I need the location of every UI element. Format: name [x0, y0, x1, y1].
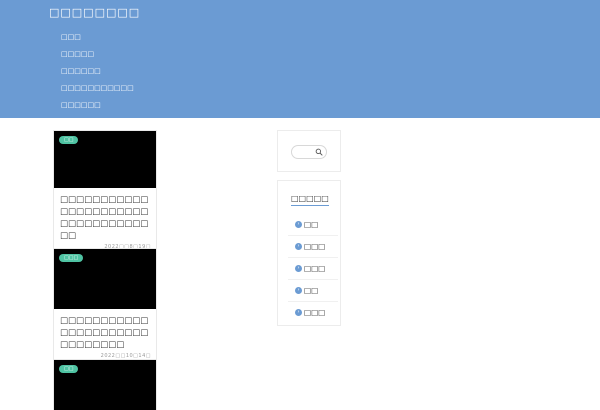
widget-title: □□□□□ [291, 194, 329, 206]
category-label: □□□ [304, 264, 326, 273]
chevron-right-icon: › [295, 243, 302, 250]
post-thumbnail[interactable]: □□ [54, 131, 156, 188]
category-label: □□□ [304, 242, 326, 251]
chevron-right-icon: › [295, 265, 302, 272]
category-item[interactable]: › □□□ [288, 258, 338, 280]
nav-item-2[interactable]: □□□□□ [61, 50, 134, 67]
post-title[interactable]: □□□□□□□□□□□□□□□□□□□□□□□□□□□□□□□□□□□ [54, 188, 156, 242]
category-badge[interactable]: □□□ [59, 254, 84, 262]
site-title[interactable]: □□□□□□□□ [49, 6, 140, 19]
post-card[interactable]: □□ □□□□□□□□□□□□□□□□□□□□□□□□□□□□□□□□□□□ 2… [54, 131, 156, 253]
main-nav: □□□ □□□□□ □□□□□□ □□□□□□□□□□□ □□□□□□ [61, 33, 134, 118]
chevron-right-icon: › [295, 309, 302, 316]
post-thumbnail[interactable]: □□ [54, 360, 156, 410]
chevron-right-icon: › [295, 221, 302, 228]
category-label: □□□ [304, 308, 326, 317]
post-title[interactable]: □□□□□□□□□□□□□□□□□□□□□□□□□□□□□□ [54, 309, 156, 351]
nav-item-5[interactable]: □□□□□□ [61, 101, 134, 118]
chevron-right-icon: › [295, 287, 302, 294]
search-input[interactable] [295, 147, 315, 156]
nav-item-3[interactable]: □□□□□□ [61, 67, 134, 84]
nav-item-4[interactable]: □□□□□□□□□□□ [61, 84, 134, 101]
category-label: □□ [304, 220, 319, 229]
search-widget [278, 131, 340, 171]
nav-item-1[interactable]: □□□ [61, 33, 134, 50]
post-card[interactable]: □□ [54, 360, 156, 410]
categories-widget: □□□□□ › □□ › □□□ › □□□ › □□ › □□□ [278, 181, 340, 325]
category-label: □□ [304, 286, 319, 295]
category-item[interactable]: › □□□ [288, 302, 338, 323]
post-card[interactable]: □□□ □□□□□□□□□□□□□□□□□□□□□□□□□□□□□□ 2022□… [54, 249, 156, 362]
category-item[interactable]: › □□□ [288, 236, 338, 258]
category-badge[interactable]: □□ [59, 136, 79, 144]
search-form [291, 145, 327, 159]
site-header: □□□□□□□□ □□□ □□□□□ □□□□□□ □□□□□□□□□□□ □□… [0, 0, 600, 118]
category-item[interactable]: › □□ [288, 214, 338, 236]
category-list: › □□ › □□□ › □□□ › □□ › □□□ [288, 214, 338, 323]
search-icon[interactable] [315, 148, 323, 156]
category-item[interactable]: › □□ [288, 280, 338, 302]
category-badge[interactable]: □□ [59, 365, 79, 373]
post-thumbnail[interactable]: □□□ [54, 249, 156, 309]
